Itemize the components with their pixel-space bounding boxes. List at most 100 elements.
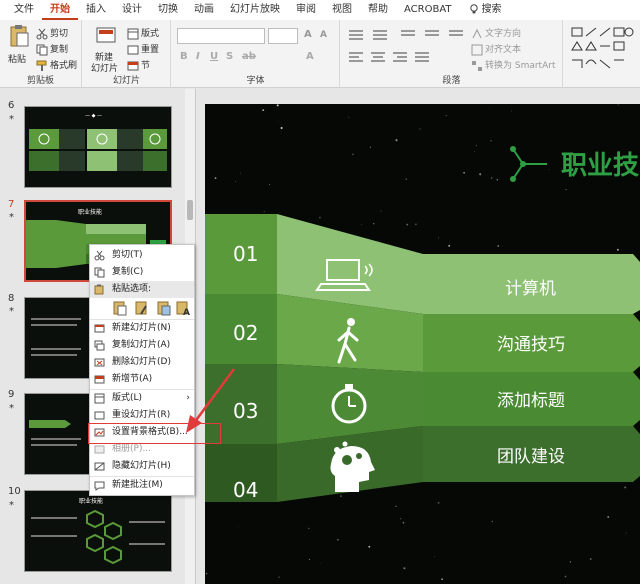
star <box>511 110 512 112</box>
tab-insert[interactable]: 插入 <box>78 0 114 20</box>
slide-star-8: * <box>9 306 14 317</box>
menu-item-new-comment[interactable]: 新建批注(M) <box>90 477 194 494</box>
italic-icon[interactable]: I <box>196 51 200 62</box>
menu-label-add-section: 新增节(A) <box>112 374 153 384</box>
new-slide-button[interactable]: 新建 幻灯片 <box>91 24 121 74</box>
menu-item-reset-slide[interactable]: 重设幻灯片(R) <box>90 407 194 424</box>
tab-transitions[interactable]: 切换 <box>150 0 186 20</box>
section-button[interactable]: 节 <box>127 58 150 72</box>
star <box>445 115 447 117</box>
layout-icon <box>94 393 105 404</box>
star <box>403 567 406 570</box>
slide-number-8: 8 <box>8 293 15 304</box>
copy-label: 复制 <box>50 45 69 55</box>
menu-item-layout[interactable]: 版式(L) › <box>90 390 194 407</box>
star <box>269 183 271 185</box>
align-text-button[interactable]: 对齐文本 <box>471 42 521 56</box>
thumbnail-scrollbar-thumb[interactable] <box>187 200 193 220</box>
star <box>497 245 500 247</box>
star <box>361 223 363 225</box>
clipboard-paste-icon <box>10 25 29 47</box>
shapes-gallery-icon[interactable] <box>570 26 636 70</box>
star <box>617 104 619 106</box>
paste-text-only-icon[interactable]: A <box>176 300 192 316</box>
slide-6-preview-icon: — ◆ — <box>29 113 167 171</box>
slide-thumbnail-6[interactable]: — ◆ — <box>24 106 172 188</box>
paste-picture-icon[interactable] <box>156 300 172 316</box>
tab-view[interactable]: 视图 <box>324 0 360 20</box>
cut-button[interactable]: 剪切 <box>36 26 68 40</box>
star <box>205 572 208 575</box>
star <box>369 146 372 149</box>
ribbon-tab-bar: 文件 开始 插入 设计 切换 动画 幻灯片放映 审阅 视图 帮助 ACROBAT… <box>0 0 640 20</box>
decrease-font-icon[interactable]: A <box>320 30 327 40</box>
row-2-label: 沟通技巧 <box>497 335 565 355</box>
tab-file[interactable]: 文件 <box>6 0 42 20</box>
font-color-icon[interactable]: A <box>306 51 314 62</box>
star <box>380 210 382 212</box>
text-direction-label: 文字方向 <box>485 29 522 39</box>
tab-home[interactable]: 开始 <box>42 1 78 20</box>
tab-slideshow[interactable]: 幻灯片放映 <box>222 0 288 20</box>
align-buttons-icon[interactable] <box>349 50 469 64</box>
search-box[interactable]: 搜索 <box>460 0 510 20</box>
format-painter-button[interactable]: 格式刷 <box>36 58 77 72</box>
menu-item-copy[interactable]: 复制(C) <box>90 264 194 281</box>
font-family-input[interactable] <box>177 28 265 44</box>
menu-item-hide-slide[interactable]: 隐藏幻灯片(H) <box>90 458 194 475</box>
star <box>320 562 322 564</box>
smartart-button[interactable]: 转换为 SmartArt <box>471 58 555 72</box>
underline-icon[interactable]: U <box>210 51 218 62</box>
section-icon <box>94 375 105 384</box>
layout-icon <box>127 28 139 39</box>
slide-thumbnail-10[interactable]: 职业技能 <box>24 490 172 572</box>
smartart-icon <box>472 60 482 71</box>
shadow-icon[interactable]: S <box>226 51 233 62</box>
text-direction-button[interactable]: 文字方向 <box>471 26 521 40</box>
tab-acrobat[interactable]: ACROBAT <box>396 0 460 20</box>
font-size-input[interactable] <box>268 28 298 44</box>
ribbon: 粘贴 剪切 复制 格式刷 剪贴板 新建 幻灯片 版式 重置 节 幻灯片 A A … <box>0 20 640 88</box>
tab-design[interactable]: 设计 <box>114 0 150 20</box>
scissors-icon <box>36 28 48 39</box>
menu-item-add-section[interactable]: 新增节(A) <box>90 371 194 388</box>
star <box>490 140 492 142</box>
title-connector-icon <box>510 146 547 182</box>
list-buttons-icon[interactable] <box>349 28 469 42</box>
font-group-label: 字体 <box>246 76 265 86</box>
paste-button[interactable]: 粘贴 <box>6 24 32 70</box>
star <box>406 223 409 226</box>
slides-group: 新建 幻灯片 版式 重置 节 幻灯片 <box>83 20 171 88</box>
increase-font-icon[interactable]: A <box>304 29 312 40</box>
star <box>490 177 493 179</box>
slide-star-7: * <box>9 212 14 223</box>
menu-label-delete-slide: 删除幻灯片(D) <box>112 357 171 367</box>
paste-use-destination-icon[interactable] <box>112 300 128 316</box>
menu-item-paste-options: 粘贴选项: <box>90 281 194 298</box>
section-icon <box>127 61 139 70</box>
row-4-label: 团队建设 <box>497 447 565 467</box>
star <box>308 527 310 530</box>
menu-item-duplicate-slide[interactable]: 复制幻灯片(A) <box>90 337 194 354</box>
copy-icon <box>36 44 48 55</box>
svg-text:— ◆ —: — ◆ — <box>85 113 102 119</box>
strikethrough-icon[interactable]: ab <box>242 51 256 62</box>
tab-review[interactable]: 审阅 <box>288 0 324 20</box>
tab-animations[interactable]: 动画 <box>186 0 222 20</box>
tab-help[interactable]: 帮助 <box>360 0 396 20</box>
paste-keep-format-icon[interactable] <box>134 300 150 316</box>
copy-button[interactable]: 复制 <box>36 42 68 56</box>
star <box>377 239 379 241</box>
menu-item-new-slide[interactable]: 新建幻灯片(N) <box>90 320 194 337</box>
red-arrow-icon <box>186 368 236 433</box>
slide-editing-canvas[interactable]: 职业技 01 02 03 04 计算机 沟通技巧 添加标题 团队建设 <box>205 104 640 584</box>
delete-slide-icon <box>94 358 105 367</box>
layout-button[interactable]: 版式 <box>127 26 159 40</box>
bold-icon[interactable]: B <box>180 51 188 62</box>
clipboard-group: 粘贴 剪切 复制 格式刷 剪贴板 <box>0 20 82 88</box>
star <box>463 171 465 174</box>
menu-item-cut[interactable]: 剪切(T) <box>90 247 194 264</box>
menu-item-delete-slide[interactable]: 删除幻灯片(D) <box>90 354 194 371</box>
reset-button[interactable]: 重置 <box>127 42 159 56</box>
drawing-group <box>564 20 640 88</box>
